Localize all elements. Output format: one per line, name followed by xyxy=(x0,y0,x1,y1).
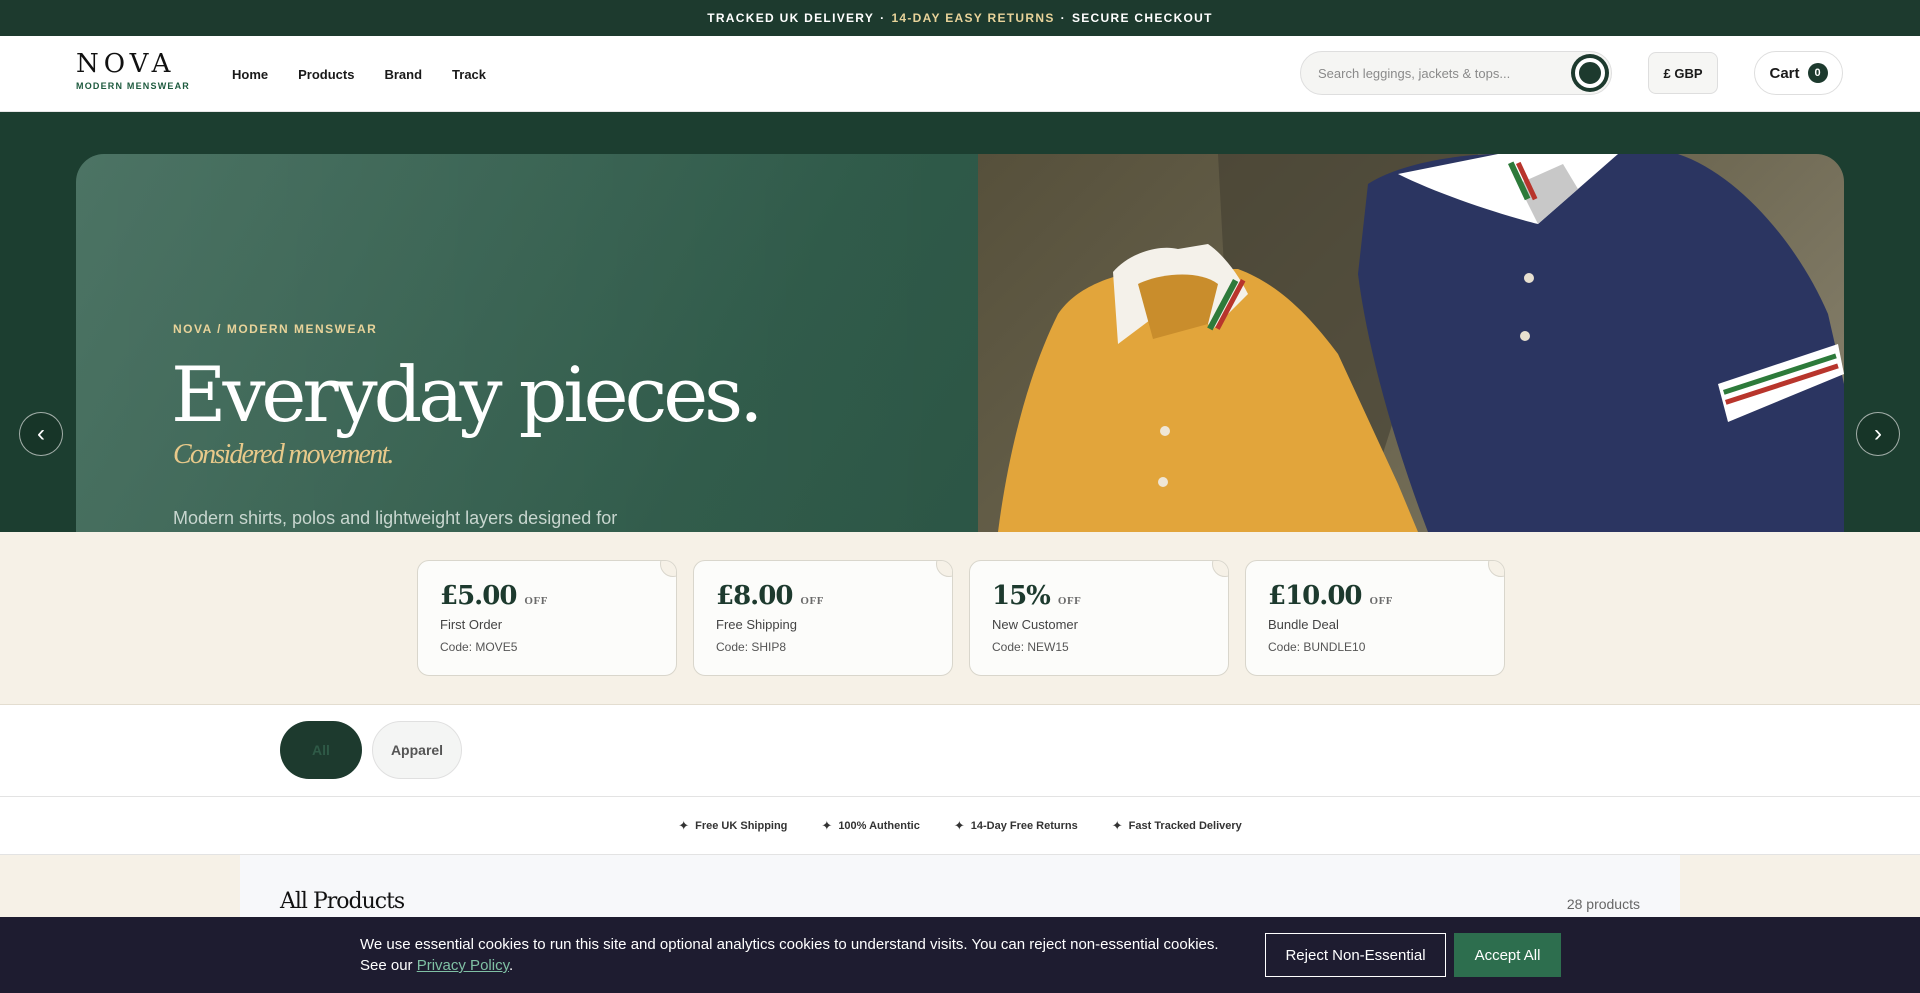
hero-product-image xyxy=(978,154,1844,532)
coupon-amount: £10.00 xyxy=(1268,581,1363,611)
trust-item: ✦ 100% Authentic xyxy=(821,818,919,834)
coupon-value: 15% OFF xyxy=(992,581,1081,611)
coupon-name: Bundle Deal xyxy=(1268,617,1339,632)
trust-bar: ✦ Free UK Shipping ✦ 100% Authentic ✦ 14-Da… xyxy=(0,797,1920,855)
coupon-off-label: OFF xyxy=(800,595,824,607)
main-nav: Home Products Brand Track xyxy=(232,36,486,112)
search-input[interactable] xyxy=(1318,65,1558,81)
sparkle-icon: ✦ xyxy=(821,817,833,833)
trust-label: 14-Day Free Returns xyxy=(970,819,1078,832)
polo-shirts-illustration xyxy=(998,154,1844,532)
category-filters: All Apparel xyxy=(0,705,1920,797)
coupon-code: Code: SHIP8 xyxy=(716,640,787,654)
sparkle-icon: ✦ xyxy=(953,817,965,833)
announcement-separator: · xyxy=(880,11,886,25)
site-header: NOVA MODERN MENSWEAR Home Products Brand… xyxy=(0,36,1920,112)
coupon-notch xyxy=(1212,561,1228,577)
coupon-off-label: OFF xyxy=(1369,595,1394,607)
trust-label: Free UK Shipping xyxy=(695,819,788,832)
search-button[interactable] xyxy=(1571,54,1609,92)
filter-apparel[interactable]: Apparel xyxy=(372,721,462,779)
announcement-checkout: SECURE CHECKOUT xyxy=(1071,11,1213,25)
cookie-banner: We use essential cookies to run this sit… xyxy=(0,917,1920,993)
currency-selector[interactable]: £ GBP xyxy=(1648,52,1718,94)
coupon-name: Free Shipping xyxy=(716,617,797,632)
chevron-right-icon: › xyxy=(1874,420,1882,447)
coupon-code: Code: NEW15 xyxy=(992,640,1069,654)
coupon-value: £10.00 OFF xyxy=(1268,581,1393,611)
announcement-bar: TRACKED UK DELIVERY · 14-DAY EASY RETURN… xyxy=(0,0,1920,36)
hero-prev-button[interactable]: ‹ xyxy=(19,412,63,456)
trust-item: ✦ Fast Tracked Delivery xyxy=(1112,818,1242,834)
hero-kicker: NOVA / MODERN MENSWEAR xyxy=(173,322,378,336)
logo-wordmark: NOVA xyxy=(76,49,176,79)
coupon-notch xyxy=(936,561,952,577)
sparkle-icon: ✦ xyxy=(1111,817,1123,833)
coupon-card[interactable]: 15% OFF New Customer Code: NEW15 xyxy=(969,560,1229,676)
coupon-notch xyxy=(1488,561,1504,577)
trust-label: 100% Authentic xyxy=(838,819,920,832)
nav-products[interactable]: Products xyxy=(298,67,354,82)
privacy-policy-link[interactable]: Privacy Policy xyxy=(417,957,509,974)
coupon-off-label: OFF xyxy=(524,595,548,607)
coupon-value: £8.00 OFF xyxy=(716,581,824,611)
hero-subtitle: Considered movement. xyxy=(173,439,394,470)
logo[interactable]: NOVA MODERN MENSWEAR xyxy=(76,50,190,91)
announcement-returns: 14-DAY EASY RETURNS xyxy=(891,11,1055,25)
products-title: All Products xyxy=(280,889,405,914)
coupon-strip: £5.00 OFF First Order Code: MOVE5 £8.00 OF… xyxy=(0,532,1920,705)
trust-item: ✦ 14-Day Free Returns xyxy=(954,818,1078,834)
logo-tagline: MODERN MENSWEAR xyxy=(76,81,190,91)
hero-backdrop xyxy=(76,154,976,532)
hero-description: Modern shirts, polos and lightweight lay… xyxy=(173,508,618,528)
cart-count-badge: 0 xyxy=(1807,63,1828,83)
announcement-delivery: TRACKED UK DELIVERY xyxy=(707,11,875,25)
nav-home[interactable]: Home xyxy=(232,67,268,82)
announcement-separator: · xyxy=(1060,11,1066,25)
products-count: 28 products xyxy=(1566,896,1640,912)
cookie-message: We use essential cookies to run this sit… xyxy=(360,934,1240,976)
coupon-card[interactable]: £10.00 OFF Bundle Deal Code: BUNDLE10 xyxy=(1245,560,1505,676)
coupon-value: £5.00 OFF xyxy=(440,581,548,611)
hero-next-button[interactable]: › xyxy=(1856,412,1900,456)
search-bar xyxy=(1300,51,1612,95)
filter-all[interactable]: All xyxy=(280,721,362,779)
coupon-card[interactable]: £8.00 OFF Free Shipping Code: SHIP8 xyxy=(693,560,953,676)
coupon-code: Code: BUNDLE10 xyxy=(1268,640,1366,654)
hero-title: Everyday pieces. xyxy=(171,350,763,439)
nav-track[interactable]: Track xyxy=(452,67,486,82)
coupon-notch xyxy=(660,561,676,577)
coupon-name: First Order xyxy=(440,617,503,632)
coupon-amount: £8.00 xyxy=(716,581,793,611)
coupon-amount: 15% xyxy=(992,581,1051,611)
coupon-off-label: OFF xyxy=(1057,595,1082,607)
accept-cookies-button[interactable]: Accept All xyxy=(1454,933,1561,977)
trust-item: ✦ Free UK Shipping xyxy=(678,818,787,834)
coupon-amount: £5.00 xyxy=(440,581,517,611)
coupon-card[interactable]: £5.00 OFF First Order Code: MOVE5 xyxy=(417,560,677,676)
nav-brand[interactable]: Brand xyxy=(384,67,422,82)
chevron-left-icon: ‹ xyxy=(37,420,45,447)
coupon-name: New Customer xyxy=(992,617,1078,632)
cart-label: Cart xyxy=(1769,64,1800,82)
coupon-code: Code: MOVE5 xyxy=(440,640,518,654)
search-icon xyxy=(1575,58,1605,88)
cookie-message-end: . xyxy=(508,957,514,974)
cart-button[interactable]: Cart 0 xyxy=(1754,51,1843,95)
trust-label: Fast Tracked Delivery xyxy=(1128,819,1242,832)
sparkle-icon: ✦ xyxy=(678,817,690,833)
reject-cookies-button[interactable]: Reject Non-Essential xyxy=(1265,933,1446,977)
